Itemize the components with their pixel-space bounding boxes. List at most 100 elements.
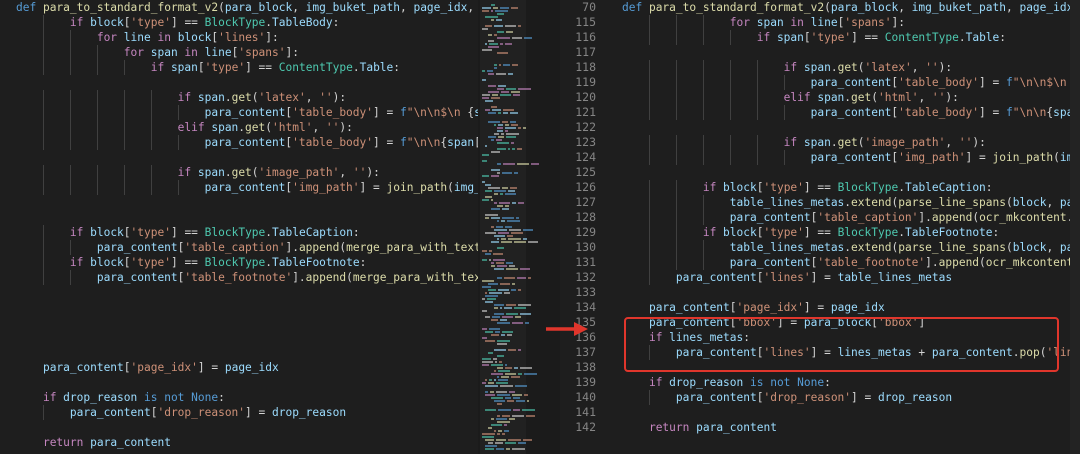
line-number: 120 bbox=[575, 90, 596, 104]
code-token: 'image_path' bbox=[258, 166, 340, 179]
line-number: 138 bbox=[575, 360, 596, 374]
code-line[interactable]: if drop_reason is not None: bbox=[622, 375, 831, 390]
code-line[interactable]: if span.get('latex', ''): bbox=[16, 90, 347, 105]
code-line[interactable]: para_content['table_body'] = f"\n\n{span… bbox=[622, 105, 1080, 120]
indent-guide bbox=[703, 195, 704, 210]
code-token: ] == bbox=[170, 226, 205, 239]
indent-guide bbox=[703, 210, 704, 225]
code-line[interactable]: para_content['drop_reason'] = drop_reaso… bbox=[622, 390, 952, 405]
code-token: f bbox=[1005, 76, 1013, 89]
indent-guide bbox=[649, 210, 650, 225]
code-line[interactable]: para_content['page_idx'] = page_idx bbox=[16, 360, 279, 375]
code-line[interactable]: para_content['table_footnote'].append(oc… bbox=[622, 255, 1080, 270]
code-line[interactable]: if span.get('latex', ''): bbox=[622, 60, 953, 75]
minimap-line bbox=[497, 322, 510, 324]
indent-guide bbox=[784, 105, 785, 120]
code-token: if bbox=[69, 16, 91, 29]
code-line[interactable]: para_content['table_body'] = f"\n\n$\n {… bbox=[16, 105, 478, 120]
code-token: ( bbox=[857, 136, 865, 149]
code-token: block bbox=[90, 226, 124, 239]
minimap-line bbox=[491, 217, 500, 219]
code-line[interactable]: if block['type'] == BlockType.TableFootn… bbox=[622, 225, 999, 240]
code-line[interactable]: para_content['table_caption'].append(ocr… bbox=[622, 210, 1080, 225]
vertical-scrollbar[interactable] bbox=[1070, 0, 1080, 454]
code-line[interactable]: para_content['table_body'] = f"\n\n{span… bbox=[16, 135, 478, 150]
code-token: 'spans' bbox=[844, 16, 892, 29]
code-line[interactable]: table_lines_metas.extend(parse_line_span… bbox=[622, 240, 1080, 255]
code-line[interactable]: para_content['img_path'] = join_path(img… bbox=[622, 150, 1080, 165]
code-line[interactable]: elif span.get('html', ''): bbox=[16, 120, 353, 135]
code-token: join_path bbox=[386, 181, 448, 194]
code-token: para_content bbox=[810, 76, 892, 89]
code-token: BlockType bbox=[204, 16, 266, 29]
indent-guide bbox=[676, 90, 677, 105]
code-line[interactable]: if block['type'] == BlockType.TableFootn… bbox=[16, 255, 366, 270]
code-line[interactable]: if block['type'] == BlockType.TableCapti… bbox=[622, 180, 993, 195]
code-line[interactable]: if block['type'] == BlockType.TableBody: bbox=[16, 15, 340, 30]
minimap-line bbox=[482, 94, 490, 96]
code-line[interactable]: if block['type'] == BlockType.TableCapti… bbox=[16, 225, 360, 240]
minimap-line bbox=[497, 367, 503, 369]
minimap-line bbox=[497, 127, 503, 129]
code-line[interactable]: return para_content bbox=[16, 435, 171, 450]
minimap-line bbox=[520, 268, 530, 270]
minimap-line bbox=[488, 112, 496, 114]
code-line[interactable]: para_content['table_footnote'].append(me… bbox=[16, 270, 478, 285]
code-token: [ bbox=[123, 16, 131, 29]
code-token: block bbox=[90, 16, 124, 29]
right-editor-pane[interactable]: 70 115 116 117 118 119 120 121 122 123 124 125 126 12… bbox=[560, 0, 1080, 454]
code-token: ] = bbox=[965, 151, 993, 164]
minimap[interactable] bbox=[478, 0, 560, 454]
code-line[interactable]: for span in line['spans']: bbox=[16, 45, 299, 60]
code-line[interactable]: if drop_reason is not None: bbox=[16, 390, 225, 405]
minimap-line bbox=[502, 331, 513, 333]
minimap-line bbox=[485, 190, 492, 192]
code-token: block bbox=[177, 31, 212, 44]
minimap-line bbox=[482, 28, 488, 30]
code-line[interactable]: def para_to_standard_format_v2(para_bloc… bbox=[16, 0, 478, 15]
minimap-line bbox=[497, 88, 504, 90]
left-code-area[interactable]: def para_to_standard_format_v2(para_bloc… bbox=[0, 0, 478, 454]
left-editor-pane[interactable]: def para_to_standard_format_v2(para_bloc… bbox=[0, 0, 478, 454]
code-line[interactable]: para_content['table_caption'].append(mer… bbox=[16, 240, 478, 255]
line-number: 126 bbox=[575, 180, 596, 194]
right-code-area[interactable]: def para_to_standard_format_v2(para_bloc… bbox=[606, 0, 1080, 454]
minimap-line bbox=[485, 439, 494, 441]
minimap-line bbox=[518, 304, 531, 306]
code-line[interactable]: table_lines_metas.extend(parse_line_span… bbox=[622, 195, 1080, 210]
code-token: ]. bbox=[918, 211, 932, 224]
code-line[interactable]: if span['type'] == ContentType.Table: bbox=[622, 30, 1006, 45]
code-line[interactable]: for line in block['lines']: bbox=[16, 30, 279, 45]
code-line[interactable]: para_content['drop_reason'] = drop_reaso… bbox=[16, 405, 346, 420]
minimap-line bbox=[506, 268, 518, 270]
minimap-line bbox=[497, 415, 500, 417]
code-token: 'type' bbox=[810, 31, 852, 44]
code-line[interactable]: para_content['table_body'] = f"\n\n$\n {… bbox=[622, 75, 1080, 90]
minimap-line bbox=[502, 187, 508, 189]
code-line[interactable]: for span in line['spans']: bbox=[622, 15, 905, 30]
code-line[interactable]: para_content['lines'] = table_lines_meta… bbox=[622, 270, 952, 285]
code-line[interactable]: elif span.get('html', ''): bbox=[622, 90, 959, 105]
minimap-line bbox=[515, 316, 521, 318]
code-line[interactable]: if span['type'] == ContentType.Table: bbox=[16, 60, 400, 75]
minimap-line bbox=[491, 97, 500, 99]
minimap-line bbox=[488, 85, 496, 87]
code-line[interactable]: def para_to_standard_format_v2(para_bloc… bbox=[622, 0, 1080, 15]
minimap-line bbox=[505, 226, 512, 228]
code-token: para_to_standard_format_v2 bbox=[42, 1, 219, 14]
code-token: ( bbox=[251, 91, 259, 104]
code-line[interactable]: para_content['page_idx'] = page_idx bbox=[622, 300, 885, 315]
minimap-line bbox=[506, 448, 510, 450]
minimap-line bbox=[505, 364, 507, 366]
minimap-line bbox=[497, 37, 510, 39]
code-line[interactable]: return para_content bbox=[622, 420, 777, 435]
code-token: : bbox=[359, 256, 367, 269]
minimap-line bbox=[494, 400, 505, 402]
minimap-line bbox=[482, 160, 487, 162]
code-token: ( bbox=[824, 1, 831, 14]
code-line[interactable]: para_content['img_path'] = join_path(img… bbox=[16, 180, 478, 195]
minimap-line bbox=[505, 205, 509, 207]
